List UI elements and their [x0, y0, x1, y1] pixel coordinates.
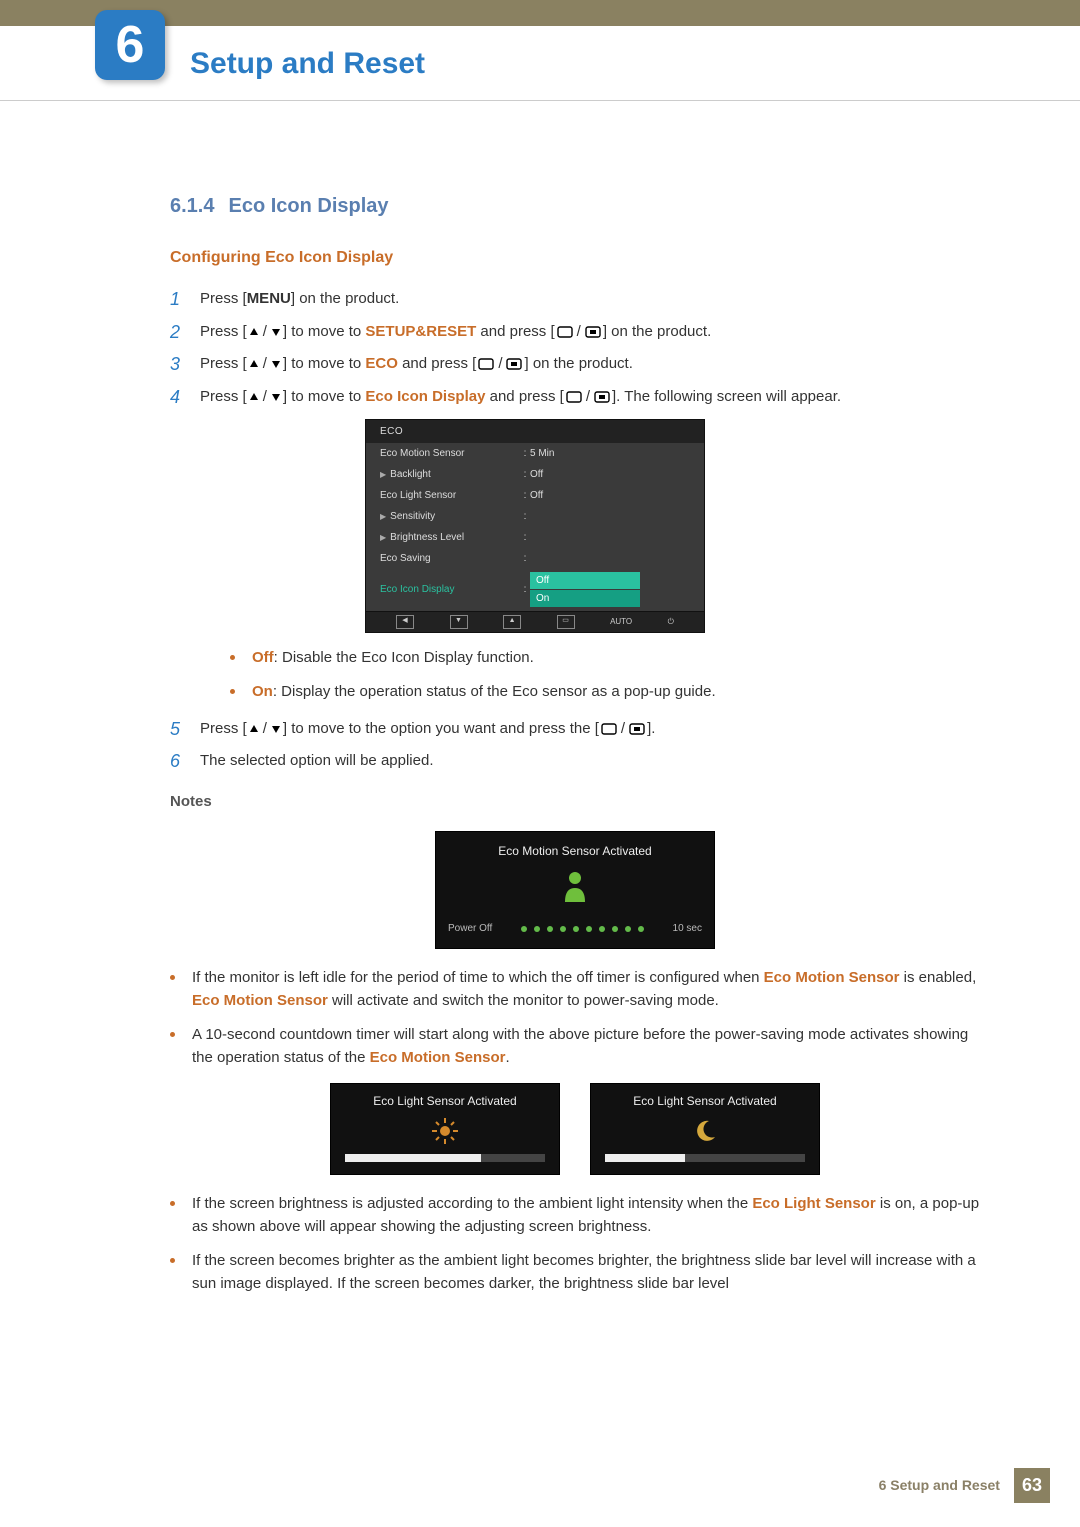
nav-up-icon: ▲ — [503, 615, 521, 629]
page-footer: 6 Setup and Reset 63 — [879, 1468, 1050, 1503]
subsection-heading: Configuring Eco Icon Display — [170, 246, 980, 270]
select-enter-icon: / — [566, 386, 610, 409]
brightness-slider — [605, 1154, 805, 1162]
osd-row: Eco Motion Sensor:5 Min — [366, 443, 704, 464]
nav-down-icon: ▼ — [450, 615, 468, 629]
note-3: If the screen brightness is adjusted acc… — [170, 1193, 980, 1238]
step-2: Press [/] to move to SETUP&RESET and pre… — [170, 321, 980, 344]
moon-icon — [605, 1118, 805, 1144]
page-number: 63 — [1014, 1468, 1050, 1503]
popup-title: Eco Light Sensor Activated — [605, 1092, 805, 1110]
notes-list-2: If the screen brightness is adjusted acc… — [170, 1193, 980, 1295]
select-enter-icon: / — [601, 718, 645, 741]
power-off-label: Power Off — [448, 921, 492, 936]
chapter-title: Setup and Reset — [190, 41, 425, 86]
osd-row: ▶Backlight:Off — [366, 464, 704, 485]
motion-sensor-popup: Eco Motion Sensor Activated Power Off 10… — [435, 831, 715, 949]
step-3: Press [/] to move to ECO and press [/] o… — [170, 353, 980, 376]
up-down-icon: / — [249, 386, 281, 409]
osd-row: ▶Brightness Level: — [366, 527, 704, 548]
light-sensor-popup-dark: Eco Light Sensor Activated — [590, 1083, 820, 1175]
countdown-dots — [521, 926, 644, 932]
up-down-icon: / — [249, 353, 281, 376]
osd-row: ▶Sensitivity: — [366, 506, 704, 527]
bullet-off: Off: Disable the Eco Icon Display functi… — [230, 647, 980, 670]
section-heading: 6.1.4 Eco Icon Display — [170, 191, 980, 221]
step-1: Press [MENU] on the product. — [170, 288, 980, 311]
section-number: 6.1.4 — [170, 195, 214, 217]
popup-title: Eco Motion Sensor Activated — [448, 842, 702, 860]
sun-icon — [345, 1118, 545, 1144]
up-down-icon: / — [249, 718, 281, 741]
option-bullets: Off: Disable the Eco Icon Display functi… — [200, 647, 980, 704]
select-enter-icon: / — [478, 353, 522, 376]
nav-left-icon: ◀ — [396, 615, 414, 629]
light-sensor-popups: Eco Light Sensor Activated Eco Light Sen… — [170, 1083, 980, 1175]
step-4: Press [/] to move to Eco Icon Display an… — [170, 386, 980, 704]
power-icon: ⏻ — [668, 615, 674, 629]
osd-menu: ECO Eco Motion Sensor:5 Min▶Backlight:Of… — [365, 419, 705, 633]
note-2: A 10-second countdown timer will start a… — [170, 1024, 980, 1069]
osd-footer: ◀ ▼ ▲ ▭ AUTO ⏻ — [366, 611, 704, 632]
section-title: Eco Icon Display — [228, 195, 388, 217]
chapter-number-badge: 6 — [95, 10, 165, 80]
step-6: The selected option will be applied. — [170, 750, 980, 773]
notes-heading: Notes — [170, 791, 980, 814]
chapter-header: 6 Setup and Reset — [0, 26, 1080, 101]
note-4: If the screen becomes brighter as the am… — [170, 1250, 980, 1295]
source-icon: ▭ — [557, 615, 575, 629]
osd-title: ECO — [366, 420, 704, 443]
person-icon — [561, 870, 589, 907]
up-down-icon: / — [249, 321, 281, 344]
auto-label: AUTO — [610, 615, 632, 629]
osd-row: Eco Icon Display:OffOn — [366, 569, 704, 611]
notes-list-1: If the monitor is left idle for the peri… — [170, 967, 980, 1069]
osd-row: Eco Light Sensor:Off — [366, 485, 704, 506]
step-5: Press [/] to move to the option you want… — [170, 718, 980, 741]
menu-label: MENU — [247, 290, 291, 307]
osd-row: Eco Saving: — [366, 548, 704, 569]
steps-list: Press [MENU] on the product. Press [/] t… — [170, 288, 980, 773]
note-1: If the monitor is left idle for the peri… — [170, 967, 980, 1012]
popup-title: Eco Light Sensor Activated — [345, 1092, 545, 1110]
select-enter-icon: / — [557, 321, 601, 344]
light-sensor-popup-bright: Eco Light Sensor Activated — [330, 1083, 560, 1175]
bullet-on: On: Display the operation status of the … — [230, 681, 980, 704]
seconds-label: 10 sec — [673, 921, 702, 936]
brightness-slider — [345, 1154, 545, 1162]
